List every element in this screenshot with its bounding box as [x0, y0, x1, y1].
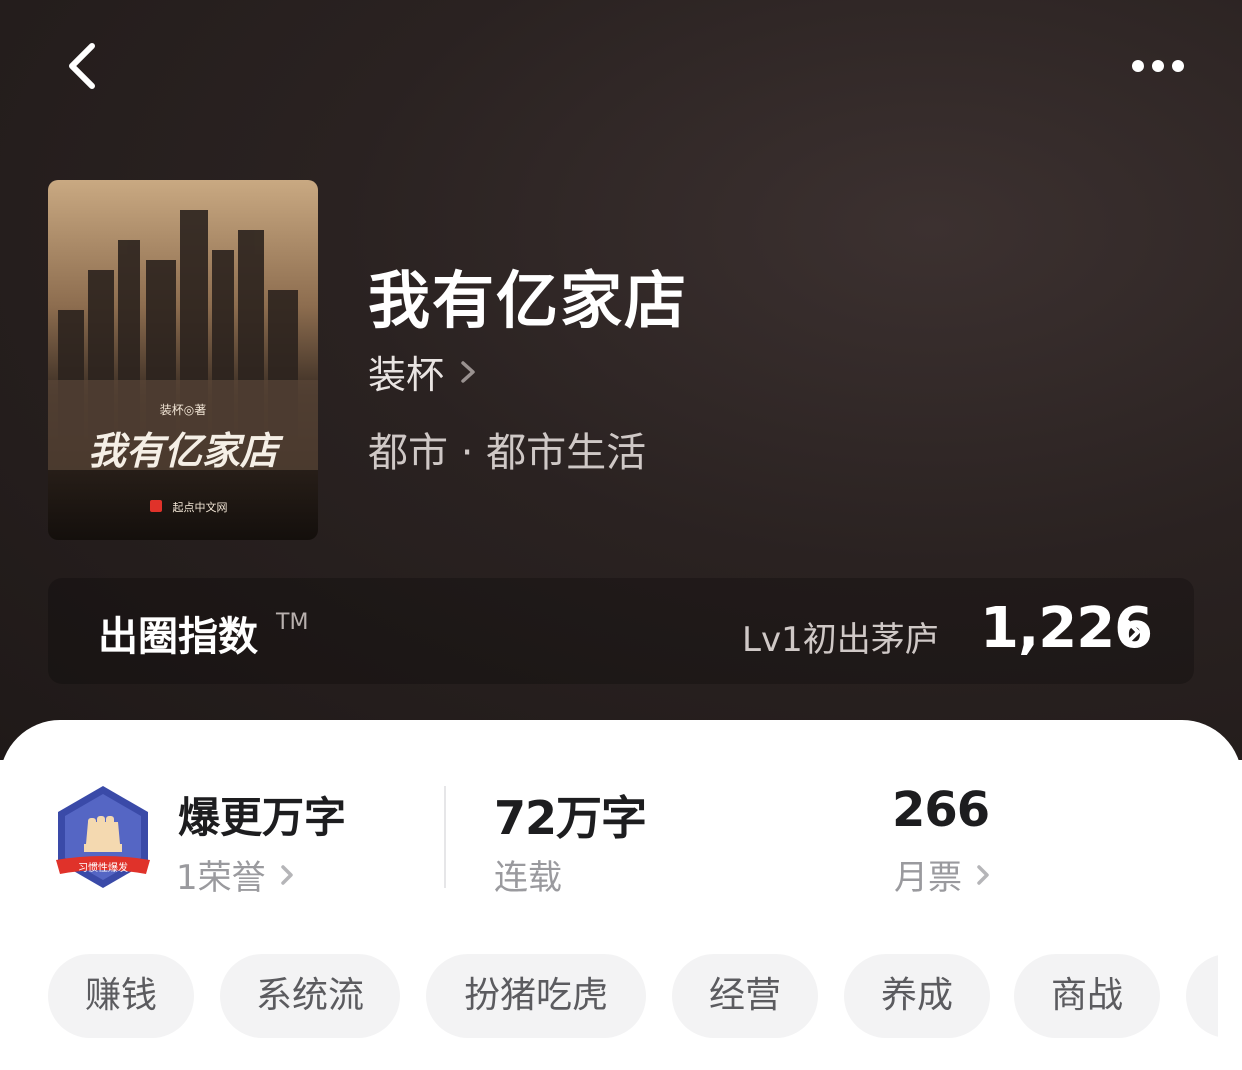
tag-chip-partial[interactable] [1186, 954, 1218, 1038]
tag-chip[interactable]: 系统流 [220, 954, 400, 1038]
cover-publisher: 起点中文网 [173, 500, 228, 514]
popularity-index-bar[interactable]: 出圈指数 TM Lv1初出茅庐 1,226 [48, 578, 1194, 684]
honor-count: 1荣誉 [176, 858, 266, 898]
chevron-right-icon [280, 864, 293, 885]
honor-badge-icon[interactable]: 习惯性爆发 [48, 782, 158, 892]
tag-chip[interactable]: 养成 [844, 954, 990, 1038]
divider [444, 786, 446, 888]
monthly-tickets-count: 266 [892, 782, 990, 838]
back-button[interactable] [58, 36, 114, 96]
monthly-tickets-label: 月票 [894, 858, 962, 898]
index-level: Lv1初出茅庐 [742, 620, 939, 660]
honor-count-link[interactable]: 1荣誉 [176, 850, 296, 899]
chevron-right-icon [461, 360, 475, 383]
monthly-tickets-link[interactable]: 月票 [894, 850, 992, 899]
badge-text: 习惯性爆发 [78, 861, 128, 874]
tag-chip[interactable]: 商战 [1014, 954, 1160, 1038]
serial-status: 连载 [494, 858, 562, 898]
chevron-left-icon [69, 43, 95, 89]
trademark-mark: TM [276, 610, 309, 635]
author-link[interactable]: 装杯 [368, 344, 478, 399]
tag-chip[interactable]: 扮猪吃虎 [426, 954, 646, 1038]
more-dots-icon [1132, 60, 1184, 72]
word-count: 72万字 [494, 791, 647, 845]
book-title: 我有亿家店 [368, 264, 689, 337]
honor-title: 爆更万字 [178, 793, 347, 842]
chevron-right-icon [977, 864, 989, 885]
tag-chip[interactable]: 经营 [672, 954, 818, 1038]
tag-chip[interactable]: 赚钱 [48, 954, 194, 1038]
cover-title: 我有亿家店 [88, 428, 284, 473]
author-name: 装杯 [368, 353, 445, 397]
book-genre[interactable]: 都市 · 都市生活 [368, 420, 646, 478]
cover-author-credit: 装杯◎著 [160, 403, 206, 417]
chevron-right-icon [1126, 620, 1140, 644]
index-label: 出圈指数 [98, 614, 258, 660]
tag-list: 赚钱 系统流 扮猪吃虎 经营 养成 商战 [48, 954, 1218, 1038]
book-cover[interactable]: 装杯◎著 我有亿家店 起点中文网 [48, 180, 318, 540]
more-button[interactable] [1120, 46, 1200, 86]
